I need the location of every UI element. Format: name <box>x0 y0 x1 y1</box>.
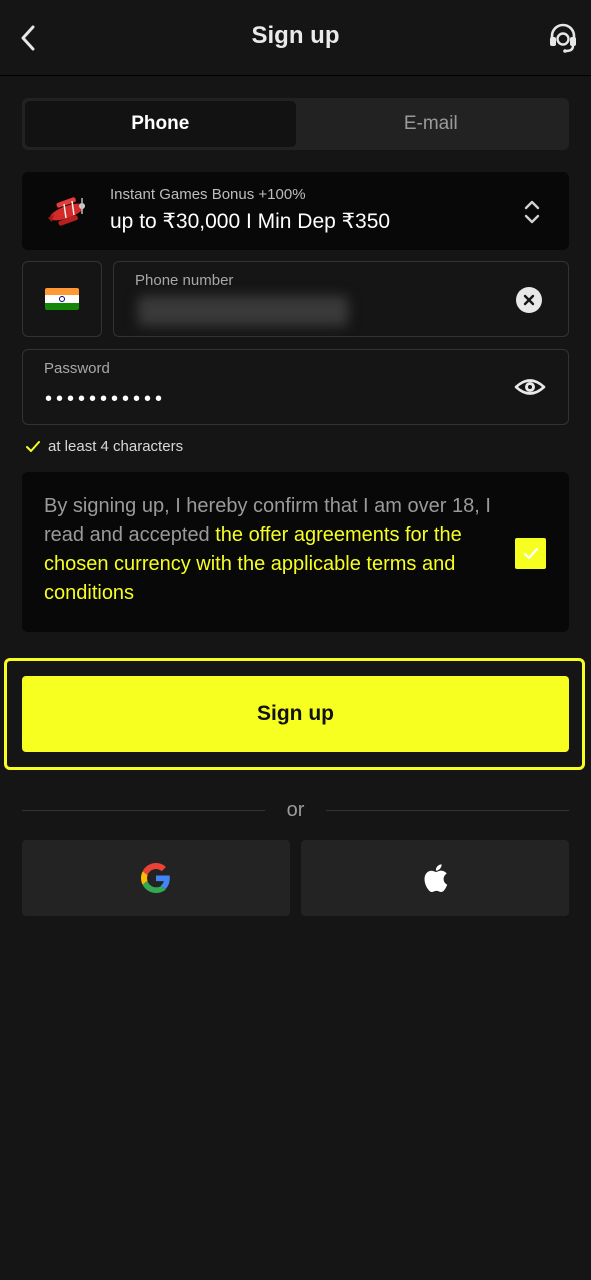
airplane-icon <box>48 197 85 226</box>
google-icon <box>141 863 170 893</box>
terms-box: By signing up, I hereby confirm that I a… <box>22 472 569 632</box>
clear-phone-button[interactable] <box>516 287 542 313</box>
apple-signup-button[interactable] <box>301 840 569 916</box>
page-title: Sign up <box>251 22 340 49</box>
header: Sign up <box>0 0 591 76</box>
password-field[interactable]: Password ••••••••••• <box>22 349 569 425</box>
password-value: ••••••••••• <box>45 388 167 410</box>
password-hint: at least 4 characters <box>26 438 183 455</box>
headset-icon <box>550 23 576 53</box>
bonus-selector[interactable]: Instant Games Bonus +100% up to ₹30,000 … <box>22 172 569 250</box>
terms-text: By signing up, I hereby confirm that I a… <box>44 492 504 608</box>
tab-email[interactable]: E-mail <box>296 101 567 147</box>
close-icon <box>523 294 535 306</box>
eye-icon[interactable] <box>514 372 546 402</box>
chevron-up-down-icon <box>524 200 540 224</box>
india-flag-icon <box>45 288 79 310</box>
checkmark-icon <box>523 547 538 559</box>
password-label: Password <box>44 360 110 377</box>
terms-checkbox[interactable] <box>515 538 546 569</box>
country-code-selector[interactable] <box>22 261 102 337</box>
phone-number-field[interactable]: Phone number <box>113 261 569 337</box>
support-button[interactable] <box>545 18 581 58</box>
apple-icon <box>424 864 448 893</box>
bonus-title: up to ₹30,000 I Min Dep ₹350 <box>110 210 391 233</box>
phone-number-value-blurred <box>138 296 348 326</box>
check-icon <box>26 440 40 452</box>
bonus-subtitle: Instant Games Bonus +100% <box>110 186 306 203</box>
phone-number-label: Phone number <box>135 272 234 289</box>
signup-method-tabs: Phone E-mail <box>22 98 569 150</box>
signup-button[interactable]: Sign up <box>22 676 569 752</box>
google-signup-button[interactable] <box>22 840 290 916</box>
or-separator: or <box>286 799 305 821</box>
password-hint-text: at least 4 characters <box>48 438 184 455</box>
divider-right <box>326 810 569 811</box>
tab-phone[interactable]: Phone <box>25 101 296 147</box>
divider-left <box>22 810 265 811</box>
